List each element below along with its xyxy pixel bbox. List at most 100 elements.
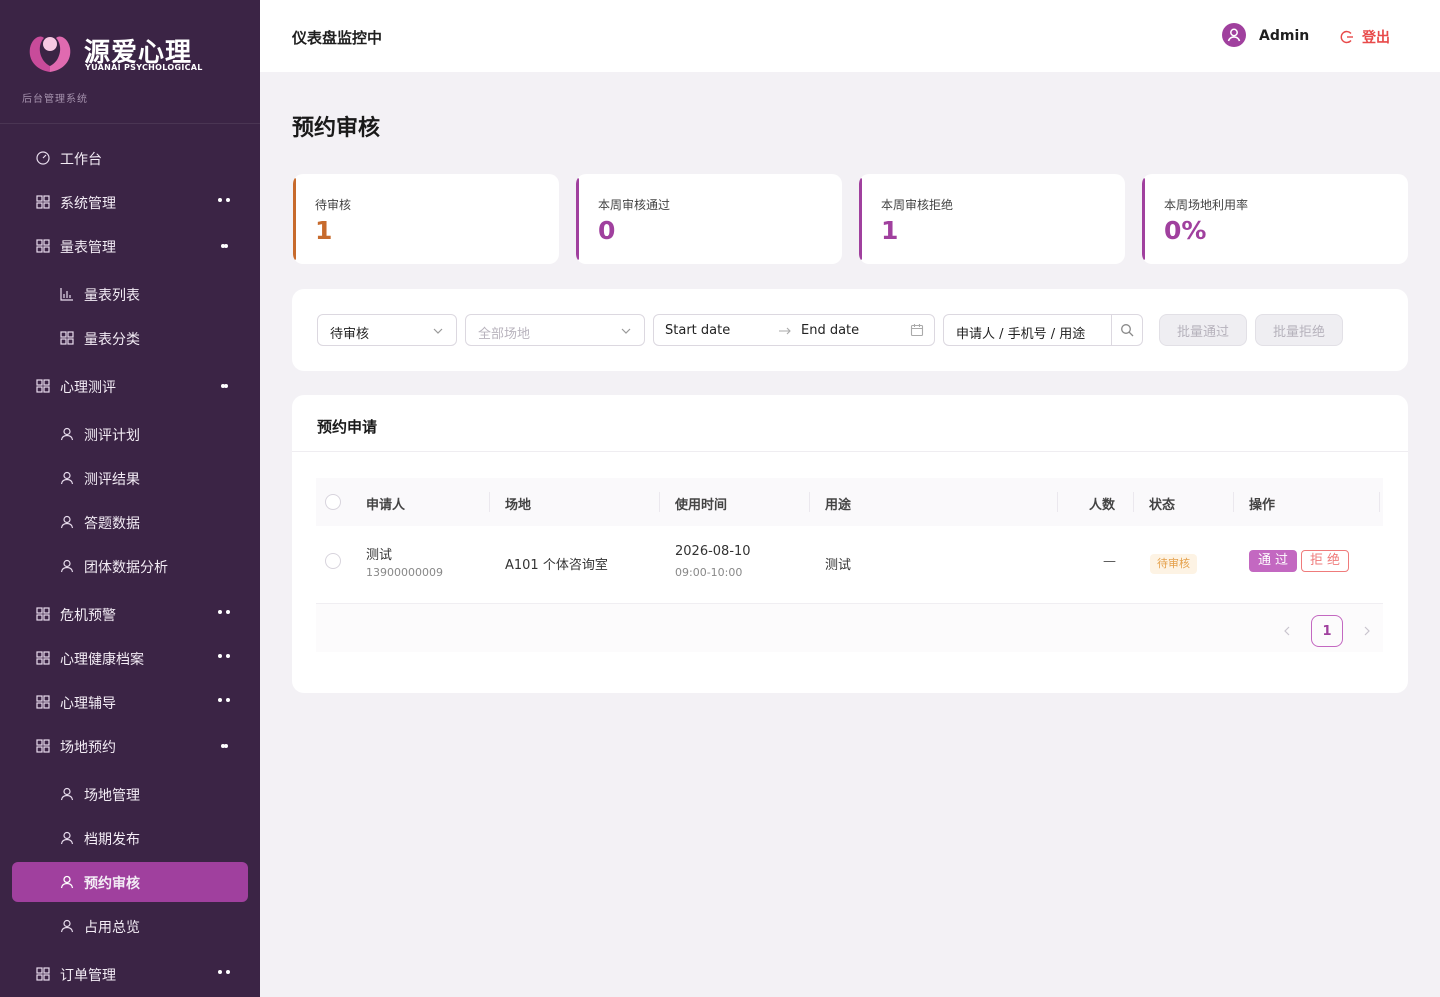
stat-card-utilization: 本周场地利用率 0% xyxy=(1142,174,1408,264)
sidebar-item-scale[interactable]: 量表管理 xyxy=(12,226,248,266)
user-name[interactable]: Admin xyxy=(1259,28,1309,44)
user-icon xyxy=(60,831,74,845)
sidebar-item-schedule-publish[interactable]: 档期发布 xyxy=(12,818,248,858)
column-header-actions[interactable]: 操作 xyxy=(1249,494,1275,513)
brand-subtitle: 后台管理系统 xyxy=(22,94,88,105)
column-header-time[interactable]: 使用时间 xyxy=(675,494,727,513)
sidebar-item-assessment-plan[interactable]: 测评计划 xyxy=(12,414,248,454)
batch-reject-button[interactable]: 批量拒绝 xyxy=(1255,314,1343,346)
grid-icon xyxy=(36,239,50,253)
column-header-purpose[interactable]: 用途 xyxy=(825,494,851,513)
column-header-applicant[interactable]: 申请人 xyxy=(366,494,405,513)
search-input[interactable]: 申请人 / 手机号 / 用途 xyxy=(956,323,1088,342)
sidebar-item-workbench[interactable]: 工作台 xyxy=(12,138,248,178)
avatar[interactable] xyxy=(1222,23,1246,47)
booking-purpose: 测试 xyxy=(825,558,852,573)
sidebar-item-scale-list[interactable]: 量表列表 xyxy=(12,274,248,314)
collapsed-indicator-icon xyxy=(218,654,230,658)
venue-select[interactable]: 全部场地 xyxy=(465,314,645,346)
sidebar-item-label: 心理健康档案 xyxy=(60,652,144,668)
column-header-venue[interactable]: 场地 xyxy=(505,494,531,513)
collapsed-indicator-icon xyxy=(218,698,230,702)
expanded-indicator-icon xyxy=(221,744,228,748)
status-select-value: 待审核 xyxy=(330,327,370,342)
collapsed-indicator-icon xyxy=(218,198,230,202)
start-date-field[interactable]: Start date xyxy=(665,323,730,338)
grid-icon xyxy=(60,331,74,345)
column-divider xyxy=(489,492,490,512)
row-checkbox[interactable] xyxy=(325,553,341,569)
logout-icon xyxy=(1340,30,1353,44)
search-box[interactable]: 申请人 / 手机号 / 用途 xyxy=(943,314,1143,346)
collapsed-indicator-icon xyxy=(218,970,230,974)
sidebar-item-crisis-alert[interactable]: 危机预警 xyxy=(12,594,248,634)
status-select[interactable]: 待审核 xyxy=(317,314,457,346)
stat-value: 0 xyxy=(598,216,616,245)
stat-accent-bar xyxy=(859,178,862,260)
reject-button[interactable]: 拒绝 xyxy=(1301,550,1349,572)
stat-card-pending: 待审核 1 xyxy=(293,174,559,264)
chevron-down-icon xyxy=(433,328,443,334)
sidebar-item-label: 占用总览 xyxy=(84,920,140,936)
sidebar-item-label: 订单管理 xyxy=(60,968,116,984)
sidebar-item-answer-data[interactable]: 答题数据 xyxy=(12,502,248,542)
select-all-checkbox[interactable] xyxy=(325,494,341,510)
sidebar-item-label: 系统管理 xyxy=(60,196,116,212)
calendar-icon xyxy=(910,324,924,337)
stat-label: 本周审核通过 xyxy=(598,198,671,212)
sidebar-item-occupancy-overview[interactable]: 占用总览 xyxy=(12,906,248,946)
logout-button[interactable]: 登出 xyxy=(1340,27,1390,47)
booking-time: 09:00-10:00 xyxy=(675,566,743,579)
chevron-left-icon xyxy=(1284,626,1290,636)
grid-icon xyxy=(36,695,50,709)
stat-value: 0% xyxy=(1164,216,1207,245)
arrow-right-icon xyxy=(779,327,791,335)
approve-button[interactable]: 通过 xyxy=(1249,550,1297,572)
sidebar-item-health-record[interactable]: 心理健康档案 xyxy=(12,638,248,678)
sidebar-item-label: 量表分类 xyxy=(84,332,140,348)
stat-value: 1 xyxy=(315,216,333,245)
page-number-button[interactable]: 1 xyxy=(1311,615,1343,647)
user-icon xyxy=(60,787,74,801)
stat-label: 本周审核拒绝 xyxy=(881,198,954,212)
dashboard-icon xyxy=(36,151,50,165)
sidebar-item-orders[interactable]: 订单管理 xyxy=(12,954,248,994)
sidebar-item-label: 测评计划 xyxy=(84,428,140,444)
prev-page-button[interactable] xyxy=(1271,615,1303,647)
sidebar-item-scale-category[interactable]: 量表分类 xyxy=(12,318,248,358)
chevron-down-icon xyxy=(621,328,631,334)
search-icon[interactable] xyxy=(1120,323,1134,337)
stat-label: 待审核 xyxy=(315,198,352,212)
sidebar-item-label: 团体数据分析 xyxy=(84,560,168,576)
column-divider xyxy=(1133,492,1134,512)
sidebar-item-venue-booking[interactable]: 场地预约 xyxy=(12,726,248,766)
user-icon xyxy=(60,919,74,933)
page-title: 预约审核 xyxy=(292,116,381,141)
date-range-picker[interactable]: Start date End date xyxy=(653,314,935,346)
divider xyxy=(292,451,1408,452)
column-divider xyxy=(1379,492,1380,512)
user-icon xyxy=(60,559,74,573)
grid-icon xyxy=(36,651,50,665)
column-header-people[interactable]: 人数 xyxy=(1089,494,1115,513)
filter-panel: 待审核 全部场地 Start date End date 申请人 / 手机号 /… xyxy=(292,289,1408,371)
sidebar-item-booking-review[interactable]: 预约审核 xyxy=(12,862,248,902)
sidebar-item-label: 场地预约 xyxy=(60,740,116,756)
batch-approve-button[interactable]: 批量通过 xyxy=(1159,314,1247,346)
brand-english-name: YUANAI PSYCHOLOGICAL xyxy=(85,63,203,72)
sidebar-item-group-analysis[interactable]: 团体数据分析 xyxy=(12,546,248,586)
table-row: 测试 13900000009 A101 个体咨询室 2026-08-10 09:… xyxy=(316,526,1383,604)
chevron-right-icon xyxy=(1364,626,1370,636)
sidebar-item-assessment-result[interactable]: 测评结果 xyxy=(12,458,248,498)
sidebar-item-counseling[interactable]: 心理辅导 xyxy=(12,682,248,722)
sidebar-item-system[interactable]: 系统管理 xyxy=(12,182,248,222)
end-date-field[interactable]: End date xyxy=(801,323,859,338)
sidebar-item-label: 预约审核 xyxy=(84,876,140,892)
sidebar-item-assessment[interactable]: 心理测评 xyxy=(12,366,248,406)
top-bar: 仪表盘监控中 Admin 登出 xyxy=(260,0,1440,72)
sidebar-item-venue-manage[interactable]: 场地管理 xyxy=(12,774,248,814)
logout-label: 登出 xyxy=(1362,30,1390,46)
user-icon xyxy=(60,471,74,485)
column-header-status[interactable]: 状态 xyxy=(1149,494,1175,513)
next-page-button[interactable] xyxy=(1351,615,1383,647)
